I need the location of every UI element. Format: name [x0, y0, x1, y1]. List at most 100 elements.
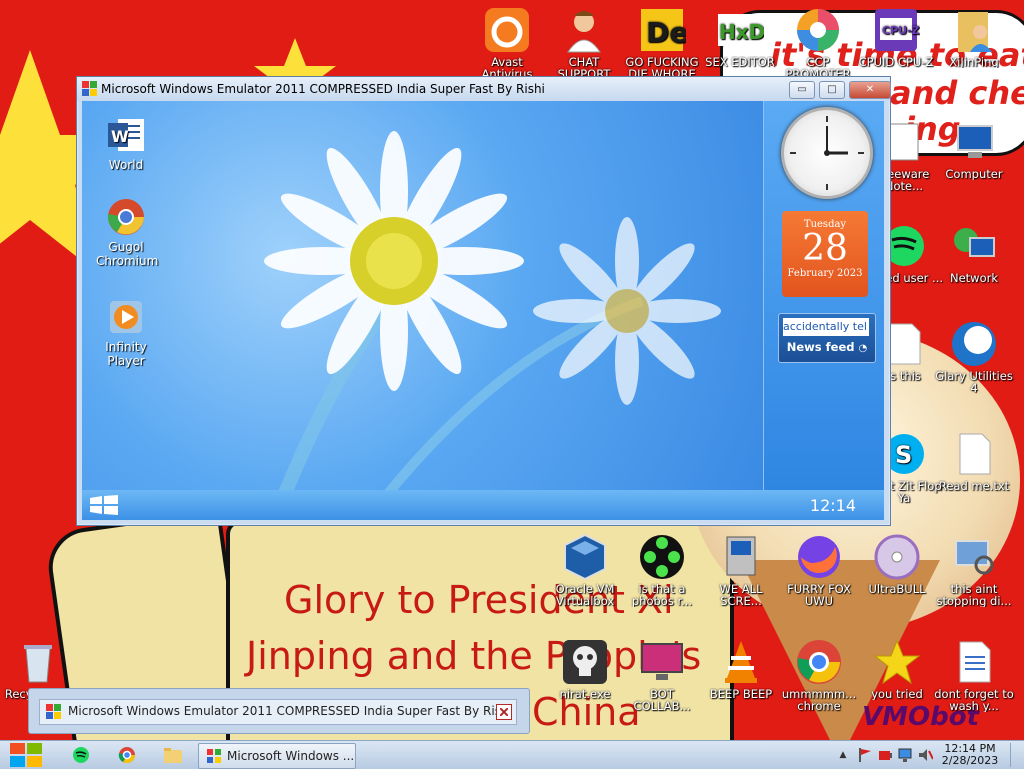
svg-text:W: W: [111, 127, 129, 146]
svg-text:CPU-Z: CPU-Z: [882, 24, 920, 37]
desktop-icon-virtualbox[interactable]: Oracle VM Virtualbox: [543, 533, 627, 607]
desktop-icon-chat-support[interactable]: CHAT SUPPORT: [542, 6, 626, 80]
desktop-icon-label: Oracle VM Virtualbox: [555, 583, 615, 607]
start-button[interactable]: [8, 743, 44, 767]
clock-gadget[interactable]: [781, 107, 873, 199]
computer-sparkle-icon: [717, 533, 765, 581]
taskbar-spotify-button[interactable]: [66, 743, 96, 767]
star-icon: [873, 638, 921, 686]
calendar-gadget[interactable]: Tuesday 28 February 2023: [782, 211, 868, 297]
media-player-icon: [106, 297, 146, 337]
emu-icon-gugol-chromium[interactable]: Gugol Chromium: [84, 197, 168, 268]
word-icon: W: [106, 115, 146, 155]
de-icon: De: [638, 6, 686, 54]
desktop-icon-cpuz[interactable]: CPU-Z CPUID CPU-Z: [854, 6, 938, 68]
calendar-day: 28: [802, 228, 848, 269]
window-title: Microsoft Windows Emulator 2011 COMPRESS…: [101, 82, 545, 96]
desktop-icon-we-all-scre[interactable]: WE ALL SCRE...: [699, 533, 783, 607]
tray-network-icon[interactable]: [896, 743, 914, 767]
taskbar-clock[interactable]: 12:14 PM 2/28/2023: [938, 743, 1002, 767]
desktop-icon-ultrabull[interactable]: UltraBULL: [855, 533, 939, 595]
emu-icon-infinity-player[interactable]: Infinity Player: [84, 297, 168, 368]
taskbar-explorer-button[interactable]: [158, 743, 188, 767]
taskbar-date: 2/28/2023: [941, 754, 999, 767]
desktop-icon-avast[interactable]: Avast Antivirus: [465, 6, 549, 80]
taskbar-chrome-button[interactable]: [112, 743, 142, 767]
show-desktop-button[interactable]: [1010, 743, 1023, 767]
tray-flag-icon[interactable]: [856, 743, 874, 767]
calendar-month-year: February 2023: [787, 268, 863, 279]
close-button[interactable]: ✕: [849, 81, 891, 99]
desktop-icon-furry-fox[interactable]: FURRY FOX UWU: [777, 533, 861, 607]
cpuz-icon: CPU-Z: [872, 6, 920, 54]
system-taskbar: Microsoft Windows ... ▲ 12:14 PM 2/28/20…: [0, 740, 1024, 769]
maximize-button[interactable]: □: [819, 81, 845, 99]
disc-icon: [873, 533, 921, 581]
thumbnail-close-button[interactable]: [496, 704, 512, 720]
windows-logo-icon: [10, 743, 42, 767]
show-hidden-icons-button[interactable]: ▲: [836, 743, 850, 767]
emu-icon-label: Infinity Player: [105, 340, 147, 368]
desktop-icon-phobos[interactable]: is that a phobos r...: [620, 533, 704, 607]
thumbnail-item[interactable]: Microsoft Windows Emulator 2011 COMPRESS…: [39, 699, 517, 725]
desktop-icon-label: ummmmm... chrome: [781, 688, 857, 712]
emulator-clock[interactable]: 12:14: [810, 496, 856, 515]
folder-person-icon: [950, 6, 998, 54]
tray-power-icon[interactable]: [876, 743, 894, 767]
news-feed-gadget[interactable]: accidentally tel News feed ◔: [778, 313, 876, 363]
windows-logo-icon: [90, 495, 118, 515]
computer-icon: [950, 118, 998, 166]
spotify-icon: [73, 747, 89, 763]
color-wheel-icon: [794, 6, 842, 54]
emu-icon-world[interactable]: W World: [84, 115, 168, 172]
taskbar-active-task[interactable]: Microsoft Windows ...: [198, 743, 356, 769]
text-file-icon: [950, 430, 998, 478]
desktop-icon-label: WE ALL SCRE...: [719, 583, 763, 607]
virtualbox-icon: [561, 533, 609, 581]
desktop-icon-wash[interactable]: dont forget to wash y...: [932, 638, 1016, 712]
daisy-image: [264, 131, 721, 490]
emulator-taskbar: 12:14: [82, 490, 884, 520]
desktop-icon-ccp-promoter[interactable]: CCP PROMOTER: [776, 6, 860, 80]
desktop-icon-label: you tried: [871, 688, 923, 700]
desktop-icon-die-whore[interactable]: De GO FUCKING DIE WHORE: [620, 6, 704, 80]
desktop-icon-label: this aint stopping di...: [936, 583, 1012, 607]
computer-magnifier-icon: [950, 533, 998, 581]
desktop-icon-label: dont forget to wash y...: [934, 688, 1014, 712]
news-ticker[interactable]: accidentally tel: [783, 318, 869, 336]
news-feed-label: News feed ◔: [786, 340, 868, 354]
bubble-text-line2: and chew: [890, 74, 1024, 112]
desktop-icon-sex-editor[interactable]: HxD SEX EDITOR: [698, 6, 782, 68]
minimize-button[interactable]: ▭: [789, 81, 815, 99]
chromium-icon: [106, 197, 146, 237]
tray-volume-icon[interactable]: [916, 743, 934, 767]
desktop-icon-label: FURRY FOX UWU: [787, 583, 851, 607]
emulator-window[interactable]: Microsoft Windows Emulator 2011 COMPRESS…: [76, 76, 891, 526]
window-title-bar[interactable]: Microsoft Windows Emulator 2011 COMPRESS…: [77, 77, 891, 101]
svg-text:De: De: [646, 16, 686, 49]
emu-icon-label: Gugol Chromium: [96, 240, 159, 268]
desktop-icon-label: CPUID CPU-Z: [858, 56, 934, 68]
close-icon: [500, 708, 508, 716]
recycle-bin-icon: [14, 638, 62, 686]
vlc-icon: [717, 638, 765, 686]
desktop-icon-chrome[interactable]: ummmmm... chrome: [777, 638, 861, 712]
emulator-screen[interactable]: W World Gugol Chromium Infinity Player T…: [82, 101, 884, 520]
desktop-icon-stopping[interactable]: this aint stopping di...: [932, 533, 1016, 607]
thumbnail-title: Microsoft Windows Emulator 2011 COMPRESS…: [68, 704, 512, 718]
desktop-icon-xijinping[interactable]: XiJinPing: [932, 6, 1016, 68]
window-app-icon: [46, 704, 61, 723]
hxd-icon: HxD: [716, 6, 764, 54]
glary-icon: [950, 320, 998, 368]
desktop-icon-you-tried[interactable]: you tried: [855, 638, 939, 700]
emulator-wallpaper: W World Gugol Chromium Infinity Player: [82, 101, 763, 490]
emulator-start-button[interactable]: [90, 495, 118, 519]
avast-icon: [483, 6, 531, 54]
rss-icon: ◔: [858, 343, 868, 354]
taskbar-thumbnail-popup[interactable]: Microsoft Windows Emulator 2011 COMPRESS…: [28, 688, 530, 734]
desktop-icon-bot-collab[interactable]: BOT COLLAB...: [620, 638, 704, 712]
chrome-icon: [118, 747, 136, 764]
desktop-icon-nirat[interactable]: nirat.exe: [543, 638, 627, 700]
monitor-pink-icon: [638, 638, 686, 686]
desktop-icon-beep-beep[interactable]: BEEP BEEP: [699, 638, 783, 700]
